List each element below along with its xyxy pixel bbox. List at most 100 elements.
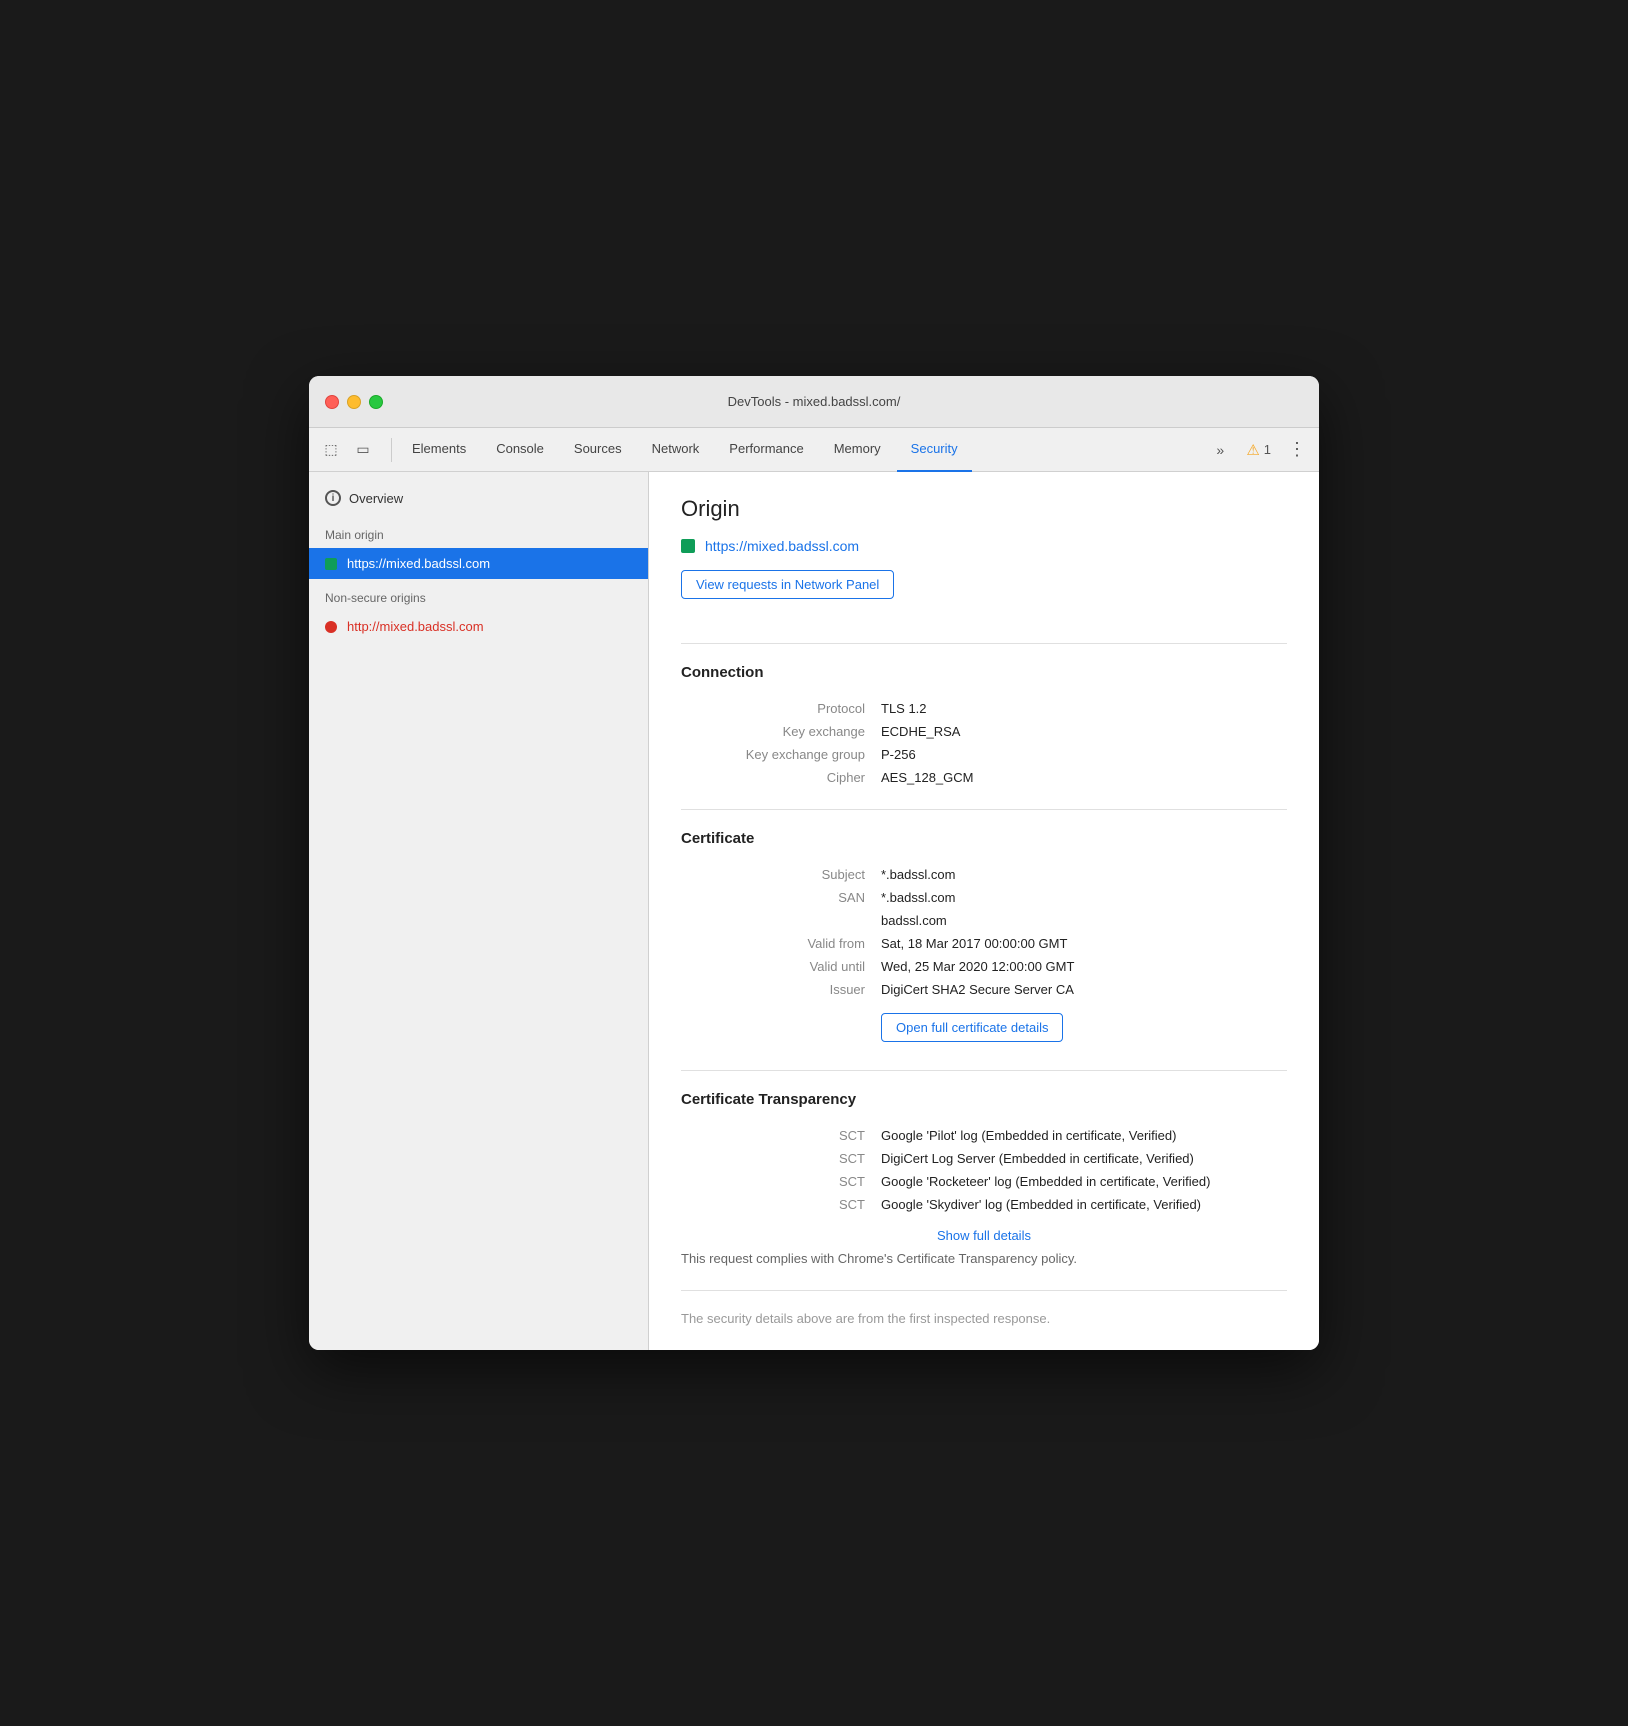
- tab-security[interactable]: Security: [897, 428, 972, 472]
- warning-count: 1: [1264, 442, 1271, 457]
- origin-url-row: https://mixed.badssl.com: [681, 538, 1287, 554]
- protocol-value: TLS 1.2: [881, 697, 1287, 720]
- certificate-title: Certificate: [681, 830, 1287, 847]
- valid-from-value: Sat, 18 Mar 2017 00:00:00 GMT: [881, 932, 1287, 955]
- table-row: Open full certificate details: [681, 1001, 1287, 1050]
- issuer-value: DigiCert SHA2 Secure Server CA: [881, 978, 1287, 1001]
- insecure-origin-indicator: [325, 621, 337, 633]
- sct-label-3: SCT: [681, 1170, 881, 1193]
- san-label-empty: [681, 909, 881, 932]
- maximize-button[interactable]: [369, 395, 383, 409]
- table-row: SCT Google 'Pilot' log (Embedded in cert…: [681, 1124, 1287, 1147]
- cipher-value: AES_128_GCM: [881, 766, 1287, 789]
- main-origin-label: Main origin: [309, 516, 648, 548]
- table-row: SAN *.badssl.com: [681, 886, 1287, 909]
- main-content: Origin https://mixed.badssl.com View req…: [649, 472, 1319, 1350]
- more-tabs-icon: »: [1216, 442, 1224, 458]
- san-value1: *.badssl.com: [881, 886, 1287, 909]
- tab-performance[interactable]: Performance: [715, 428, 817, 472]
- certificate-divider: [681, 809, 1287, 810]
- more-options-icon: ⋮: [1288, 439, 1306, 460]
- sct-table: SCT Google 'Pilot' log (Embedded in cert…: [681, 1124, 1287, 1216]
- tab-memory[interactable]: Memory: [820, 428, 895, 472]
- table-row: SCT Google 'Rocketeer' log (Embedded in …: [681, 1170, 1287, 1193]
- valid-until-label: Valid until: [681, 955, 881, 978]
- sidebar-item-main-origin[interactable]: https://mixed.badssl.com: [309, 548, 648, 579]
- origin-url-link[interactable]: https://mixed.badssl.com: [705, 538, 859, 554]
- table-row: Key exchange group P-256: [681, 743, 1287, 766]
- secure-origin-indicator: [325, 558, 337, 570]
- sct-value-4: Google 'Skydiver' log (Embedded in certi…: [881, 1193, 1287, 1216]
- view-requests-button[interactable]: View requests in Network Panel: [681, 570, 894, 599]
- transparency-title: Certificate Transparency: [681, 1091, 1287, 1108]
- tab-sources[interactable]: Sources: [560, 428, 636, 472]
- sct-value-3: Google 'Rocketeer' log (Embedded in cert…: [881, 1170, 1287, 1193]
- table-row: SCT Google 'Skydiver' log (Embedded in c…: [681, 1193, 1287, 1216]
- issuer-label: Issuer: [681, 978, 881, 1001]
- more-options-button[interactable]: ⋮: [1283, 436, 1311, 464]
- info-icon: i: [325, 490, 341, 506]
- devtools-window: DevTools - mixed.badssl.com/ ⬚ ▭ Element…: [309, 376, 1319, 1350]
- table-row: SCT DigiCert Log Server (Embedded in cer…: [681, 1147, 1287, 1170]
- subject-value: *.badssl.com: [881, 863, 1287, 886]
- key-exchange-group-value: P-256: [881, 743, 1287, 766]
- sidebar: i Overview Main origin https://mixed.bad…: [309, 472, 649, 1350]
- table-row: Valid from Sat, 18 Mar 2017 00:00:00 GMT: [681, 932, 1287, 955]
- sct-label-4: SCT: [681, 1193, 881, 1216]
- key-exchange-label: Key exchange: [681, 720, 881, 743]
- toolbar-right: » ⚠ 1 ⋮: [1206, 436, 1311, 464]
- secure-box-icon: [681, 539, 695, 553]
- table-row: Subject *.badssl.com: [681, 863, 1287, 886]
- sct-label-2: SCT: [681, 1147, 881, 1170]
- titlebar: DevTools - mixed.badssl.com/: [309, 376, 1319, 428]
- connection-title: Connection: [681, 664, 1287, 681]
- content-area: i Overview Main origin https://mixed.bad…: [309, 472, 1319, 1350]
- tab-network[interactable]: Network: [638, 428, 714, 472]
- table-row: Cipher AES_128_GCM: [681, 766, 1287, 789]
- table-row: Issuer DigiCert SHA2 Secure Server CA: [681, 978, 1287, 1001]
- cursor-tool-button[interactable]: ⬚: [317, 436, 345, 464]
- open-certificate-button[interactable]: Open full certificate details: [881, 1013, 1063, 1042]
- table-row: Protocol TLS 1.2: [681, 697, 1287, 720]
- show-full-details-link[interactable]: Show full details: [681, 1228, 1287, 1243]
- table-row: Valid until Wed, 25 Mar 2020 12:00:00 GM…: [681, 955, 1287, 978]
- valid-from-label: Valid from: [681, 932, 881, 955]
- tab-console[interactable]: Console: [482, 428, 558, 472]
- certificate-table: Subject *.badssl.com SAN *.badssl.com ba…: [681, 863, 1287, 1050]
- sct-value-1: Google 'Pilot' log (Embedded in certific…: [881, 1124, 1287, 1147]
- sidebar-item-overview[interactable]: i Overview: [309, 480, 648, 516]
- transparency-policy-note: This request complies with Chrome's Cert…: [681, 1251, 1287, 1266]
- non-secure-origins-label: Non-secure origins: [309, 579, 648, 611]
- device-tool-button[interactable]: ▭: [349, 436, 377, 464]
- minimize-button[interactable]: [347, 395, 361, 409]
- key-exchange-value: ECDHE_RSA: [881, 720, 1287, 743]
- overview-label: Overview: [349, 491, 403, 506]
- table-row: Key exchange ECDHE_RSA: [681, 720, 1287, 743]
- origin-header: Origin: [681, 496, 1287, 522]
- window-title: DevTools - mixed.badssl.com/: [728, 394, 901, 409]
- more-tabs-button[interactable]: »: [1206, 436, 1234, 464]
- san-label: SAN: [681, 886, 881, 909]
- valid-until-value: Wed, 25 Mar 2020 12:00:00 GMT: [881, 955, 1287, 978]
- sidebar-item-non-secure-origin[interactable]: http://mixed.badssl.com: [309, 611, 648, 642]
- warning-badge[interactable]: ⚠ 1: [1238, 437, 1279, 463]
- sct-label-1: SCT: [681, 1124, 881, 1147]
- cipher-label: Cipher: [681, 766, 881, 789]
- traffic-lights: [325, 395, 383, 409]
- warning-icon: ⚠: [1246, 441, 1259, 459]
- close-button[interactable]: [325, 395, 339, 409]
- non-secure-origin-url: http://mixed.badssl.com: [347, 619, 484, 634]
- connection-divider: [681, 643, 1287, 644]
- device-icon: ▭: [356, 441, 369, 458]
- transparency-divider: [681, 1070, 1287, 1071]
- main-origin-url: https://mixed.badssl.com: [347, 556, 490, 571]
- key-exchange-group-label: Key exchange group: [681, 743, 881, 766]
- connection-table: Protocol TLS 1.2 Key exchange ECDHE_RSA …: [681, 697, 1287, 789]
- toolbar-icons: ⬚ ▭: [317, 436, 377, 464]
- footer-note: The security details above are from the …: [681, 1290, 1287, 1326]
- subject-label: Subject: [681, 863, 881, 886]
- tab-elements[interactable]: Elements: [398, 428, 480, 472]
- table-row: badssl.com: [681, 909, 1287, 932]
- cursor-icon: ⬚: [324, 441, 337, 458]
- protocol-label: Protocol: [681, 697, 881, 720]
